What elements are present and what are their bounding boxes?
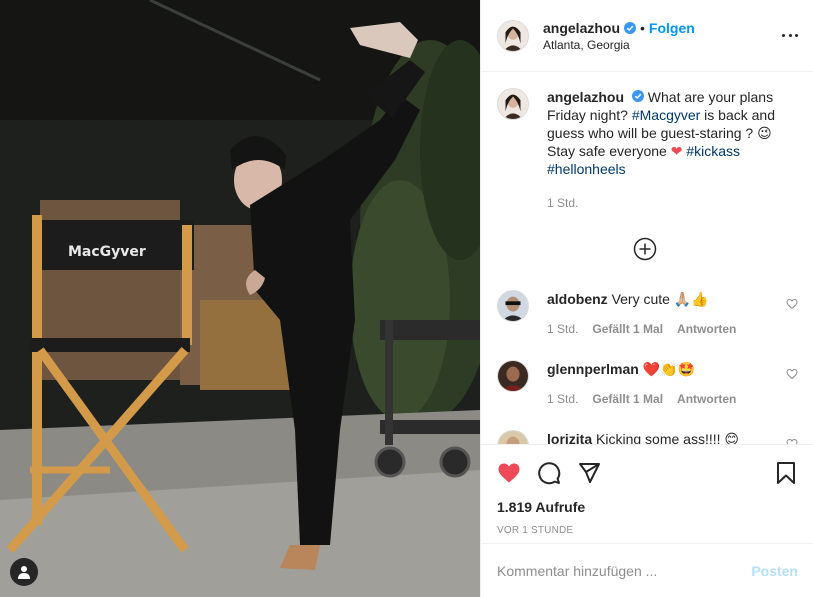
caption-time[interactable]: 1 Std. [547, 194, 797, 212]
avatar-image [498, 20, 528, 51]
commenter-avatar[interactable] [497, 430, 529, 444]
comment-input[interactable] [497, 562, 752, 579]
chair-label: MacGyver [68, 244, 146, 260]
author-username[interactable]: angelazhou [543, 20, 620, 36]
reply-button[interactable]: Antworten [677, 322, 736, 336]
wink-emoji: 😉 [757, 125, 772, 141]
user-icon [18, 566, 30, 579]
add-comment-section: Posten [481, 543, 813, 597]
avatar-image [498, 291, 528, 321]
comment-button[interactable] [537, 461, 561, 485]
commenter-avatar[interactable] [497, 290, 529, 322]
comment-username[interactable]: glennperlman [547, 361, 639, 377]
post-caption: angelazhou What are your plans Friday ni… [497, 88, 798, 212]
comments-list[interactable]: angelazhou What are your plans Friday ni… [481, 72, 813, 444]
verified-badge-icon [631, 90, 644, 102]
verified-badge-icon [624, 21, 637, 34]
comment-time[interactable]: 1 Std. [547, 322, 578, 336]
commenter-avatar[interactable] [497, 360, 529, 392]
view-count[interactable]: 1.819 Aufrufe [497, 499, 798, 515]
comment-likes[interactable]: Gefällt 1 Mal [592, 322, 663, 336]
avatar-image [498, 361, 528, 391]
like-button[interactable] [497, 461, 521, 485]
caption-username[interactable]: angelazhou [547, 89, 624, 105]
share-button[interactable] [577, 461, 601, 485]
caption-text-3: Stay safe everyone [547, 143, 671, 159]
post-timestamp[interactable]: VOR 1 STUNDE [497, 525, 798, 536]
more-options-icon[interactable] [782, 26, 798, 44]
heart-emoji: ❤ [670, 143, 683, 159]
comment-text: Kicking some ass!!!! 😊 [596, 431, 739, 444]
heart-filled-icon [498, 463, 520, 483]
heart-icon[interactable] [786, 298, 798, 310]
comment-item: glennperlman ❤️👏🤩 1 Std. Gefällt 1 Mal A… [497, 360, 798, 406]
comment-likes[interactable]: Gefällt 1 Mal [592, 392, 663, 406]
reply-button[interactable]: Antworten [677, 392, 736, 406]
heart-icon[interactable] [786, 368, 798, 380]
load-more-comments-icon[interactable] [633, 237, 657, 261]
post-details-panel: angelazhou • Folgen Atlanta, Georgia ang… [480, 0, 813, 597]
hashtag-macgyver[interactable]: #Macgyver [632, 107, 700, 123]
post-location[interactable]: Atlanta, Georgia [543, 38, 798, 52]
comment-username[interactable]: lorizita [547, 431, 592, 444]
author-avatar[interactable] [497, 19, 529, 52]
separator-dot: • [640, 19, 645, 36]
comment-item: lorizita Kicking some ass!!!! 😊 [497, 430, 798, 444]
post-comment-button[interactable]: Posten [751, 563, 798, 579]
video-frame: MacGyver [0, 0, 480, 597]
comment-item: aldobenz Very cute 🙏🏼👍 1 Std. Gefällt 1 … [497, 290, 798, 336]
bookmark-icon [777, 462, 795, 484]
post-header: angelazhou • Folgen Atlanta, Georgia [481, 0, 813, 72]
comment-username[interactable]: aldobenz [547, 291, 608, 307]
hashtag-kickass[interactable]: #kickass [686, 143, 740, 159]
post-video[interactable]: MacGyver [0, 0, 480, 597]
avatar-image [498, 89, 528, 119]
tagged-users-button[interactable] [10, 558, 38, 586]
follow-button[interactable]: Folgen [649, 20, 695, 36]
avatar-image [498, 431, 528, 444]
save-button[interactable] [774, 461, 798, 485]
comment-text: Very cute 🙏🏼👍 [611, 291, 709, 307]
post-actions: 1.819 Aufrufe VOR 1 STUNDE [481, 444, 813, 543]
send-icon [579, 463, 600, 483]
comment-time[interactable]: 1 Std. [547, 392, 578, 406]
comment-text: ❤️👏🤩 [642, 361, 695, 377]
hashtag-hellonheels[interactable]: #hellonheels [547, 161, 626, 177]
caption-avatar[interactable] [497, 88, 529, 120]
comment-icon [538, 462, 561, 485]
